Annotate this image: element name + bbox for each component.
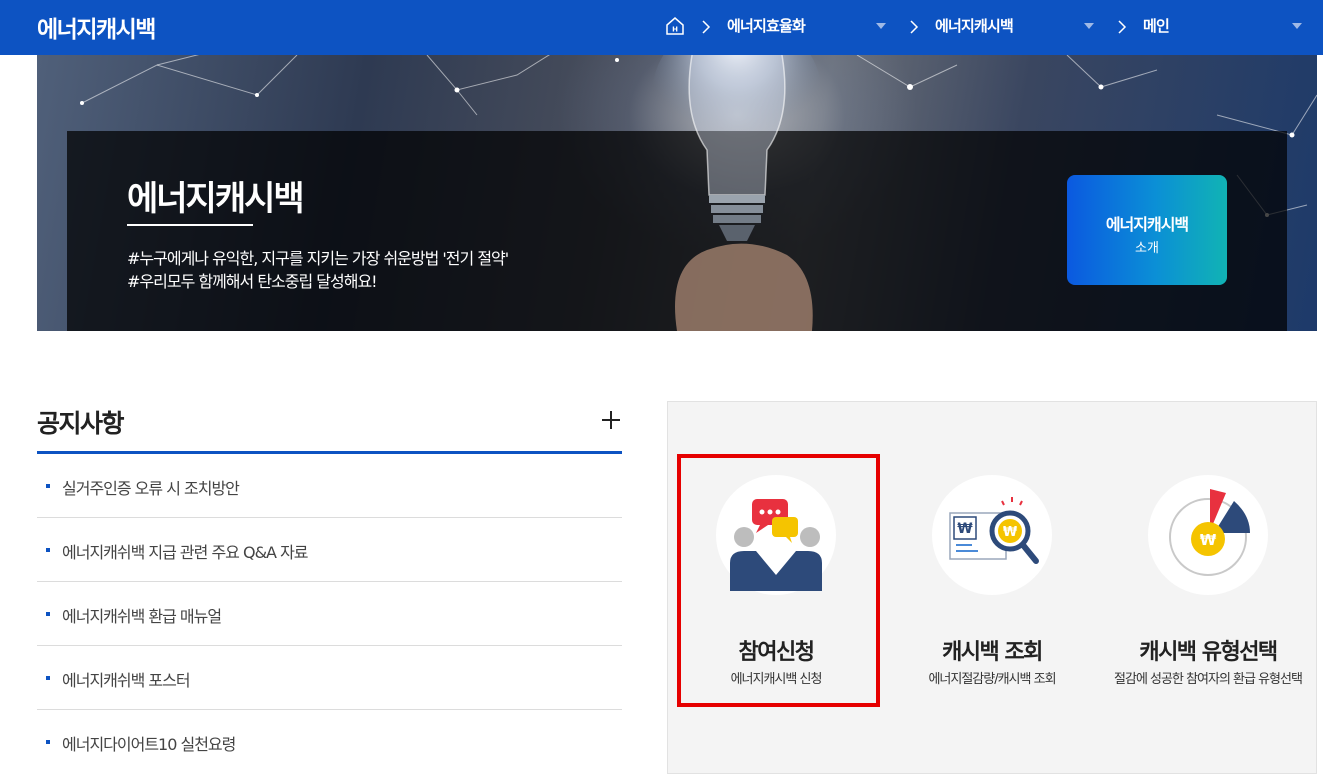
- notice-item[interactable]: 에너지다이어트10 실천요령: [37, 710, 622, 774]
- notice-item-label: 에너지캐쉬백 지급 관련 주요 Q&A 자료: [62, 543, 309, 562]
- notice-item[interactable]: 에너지캐쉬백 지급 관련 주요 Q&A 자료: [37, 518, 622, 582]
- intro-button-sublabel: 소개: [1135, 241, 1159, 256]
- breadcrumb-label: 메인: [1143, 17, 1170, 35]
- breadcrumb-item-cashback[interactable]: 에너지캐시백: [935, 15, 1095, 37]
- quick-select-type-button[interactable]: ₩ 캐시백 유형선택 절감에 성공한 참여자의 환급 유형선택: [1100, 402, 1316, 774]
- notice-item[interactable]: 에너지캐쉬백 포스터: [37, 646, 622, 710]
- notice-item-label: 실거주인증 오류 시 조치방안: [62, 479, 240, 498]
- quick-lookup-button[interactable]: ₩ ₩ 캐시백 조회 에너지절감량/캐시백 조회: [884, 402, 1100, 774]
- svg-text:H: H: [672, 26, 678, 34]
- breadcrumb-item-efficiency[interactable]: 에너지효율화: [727, 15, 887, 37]
- magnifier-document-icon: ₩ ₩: [949, 497, 1039, 564]
- quick-select-type-title: 캐시백 유형선택: [1139, 640, 1278, 665]
- breadcrumb-label: 에너지효율화: [727, 17, 806, 35]
- svg-text:₩: ₩: [957, 521, 973, 537]
- plus-icon[interactable]: [600, 409, 622, 431]
- svg-text:₩: ₩: [1003, 525, 1018, 540]
- chevron-right-icon: [910, 20, 919, 34]
- notice-item-label: 에너지캐쉬백 포스터: [62, 671, 191, 690]
- banner-title: 에너지캐시백: [127, 179, 305, 219]
- bullet-icon: [46, 548, 50, 552]
- quick-select-type-subtitle: 절감에 성공한 참여자의 환급 유형선택: [1114, 672, 1303, 687]
- hero-banner: 에너지캐시백 #누구에게나 유익한, 지구를 지키는 가장 쉬운방법 '전기 절…: [37, 55, 1317, 331]
- banner-slogan-1: #누구에게나 유익한, 지구를 지키는 가장 쉬운방법 '전기 절약': [127, 249, 509, 268]
- caret-down-icon[interactable]: [1083, 21, 1095, 31]
- notice-item[interactable]: 에너지캐쉬백 환급 매뉴얼: [37, 582, 622, 646]
- banner-title-underline: [127, 224, 253, 226]
- lightbulb-illustration: [652, 55, 822, 331]
- cashback-intro-button[interactable]: 에너지캐시백 소개: [1067, 175, 1227, 285]
- chevron-right-icon: [1118, 20, 1127, 34]
- banner-slogan-2: #우리모두 함께해서 탄소중립 달성해요!: [127, 272, 378, 291]
- bullet-icon: [46, 740, 50, 744]
- svg-text:₩: ₩: [1200, 531, 1217, 549]
- caret-down-icon[interactable]: [875, 21, 887, 31]
- icon-circle: ₩: [1148, 475, 1268, 595]
- home-icon[interactable]: H: [664, 15, 686, 37]
- icon-circle: ₩ ₩: [932, 475, 1052, 595]
- pie-coin-icon: ₩: [1169, 489, 1250, 576]
- chevron-right-icon: [702, 20, 711, 34]
- notice-item[interactable]: 실거주인증 오류 시 조치방안: [37, 454, 622, 518]
- intro-button-label: 에너지캐시백: [1105, 215, 1189, 234]
- breadcrumb: H 에너지효율화 에너지캐시백 메인: [664, 0, 1323, 55]
- notice-item-label: 에너지다이어트10 실천요령: [62, 735, 236, 754]
- bullet-icon: [46, 612, 50, 616]
- caret-down-icon[interactable]: [1291, 21, 1303, 31]
- breadcrumb-label: 에너지캐시백: [935, 17, 1014, 35]
- selection-highlight-box: [677, 454, 880, 707]
- site-brand[interactable]: 에너지캐시백: [37, 10, 156, 44]
- notice-item-label: 에너지캐쉬백 환급 매뉴얼: [62, 607, 222, 626]
- bullet-icon: [46, 484, 50, 488]
- notice-heading: 공지사항: [37, 409, 125, 438]
- top-header: 에너지캐시백 H 에너지효율화 에너지캐시백 메인: [0, 0, 1323, 55]
- bullet-icon: [46, 676, 50, 680]
- notice-list: 실거주인증 오류 시 조치방안 에너지캐쉬백 지급 관련 주요 Q&A 자료 에…: [37, 454, 622, 774]
- quick-lookup-subtitle: 에너지절감량/캐시백 조회: [928, 672, 1056, 687]
- quick-lookup-title: 캐시백 조회: [942, 640, 1043, 665]
- breadcrumb-item-main[interactable]: 메인: [1143, 15, 1303, 37]
